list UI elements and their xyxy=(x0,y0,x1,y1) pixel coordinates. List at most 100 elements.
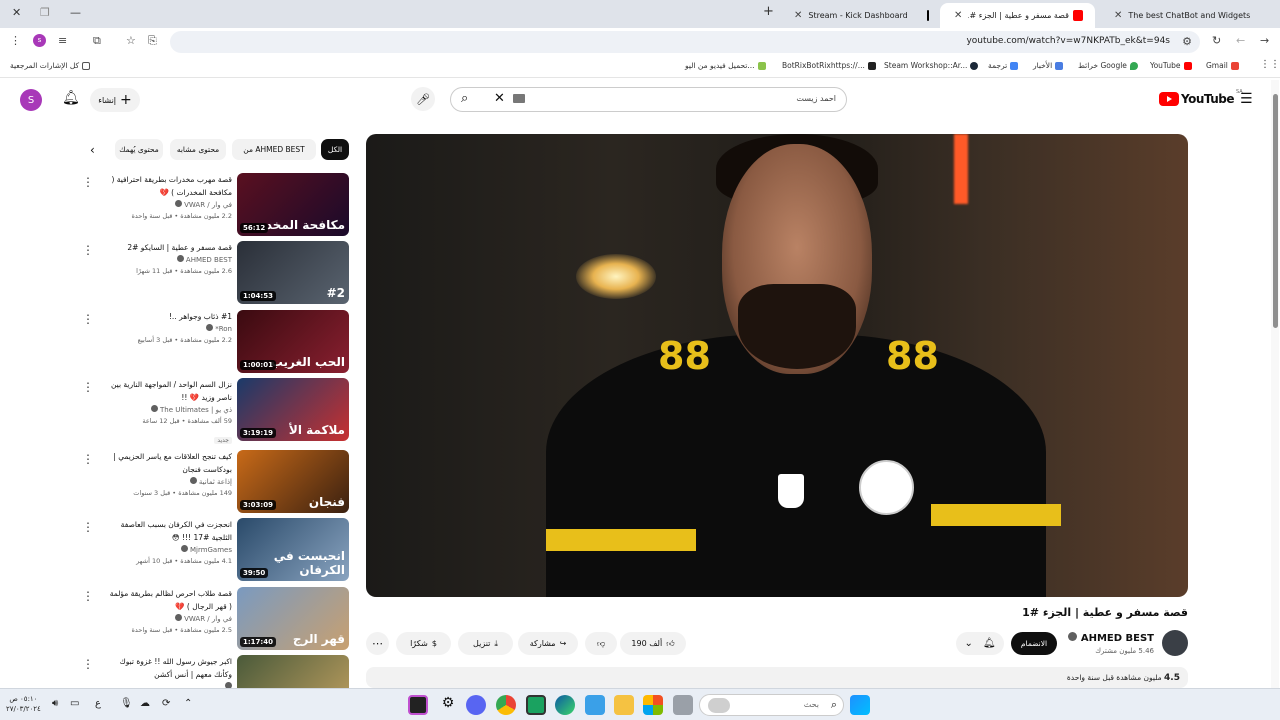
account-avatar[interactable]: S xyxy=(20,89,42,111)
sync-icon[interactable]: ⟳ xyxy=(162,698,170,709)
volume-icon[interactable]: 🔊︎ xyxy=(52,698,58,709)
more-options-icon[interactable]: ⋮ xyxy=(82,175,94,189)
channel-name[interactable]: AHMED BEST xyxy=(1065,632,1154,644)
edge-icon[interactable] xyxy=(555,695,575,715)
bookmark-news[interactable]: الأخبار xyxy=(1033,61,1064,70)
epic-games-icon[interactable] xyxy=(408,695,428,715)
channel-avatar[interactable] xyxy=(1162,630,1188,656)
recommendation-thumbnail[interactable]: فنجان 3:03:09 xyxy=(237,450,349,513)
recommendation-thumbnail[interactable]: الحب الغريب 1:00:01 xyxy=(237,310,349,373)
discord-icon[interactable] xyxy=(466,695,486,715)
bookmark-maps[interactable]: خرائط Google xyxy=(1078,61,1138,70)
search-input[interactable]: ⌕ ✕ احمد زيست xyxy=(450,87,847,112)
reload-icon[interactable]: ↻ xyxy=(1212,34,1221,47)
recommendation-item[interactable]: ⋮ انحجزت في الكرفان بسبب العاصفة الثلجية … xyxy=(78,518,350,581)
recommendation-item[interactable]: ⋮ اكبر جيوش رسول الله !! غزوة تبوك وكأنك … xyxy=(78,655,350,718)
recommendation-channel[interactable]: إذاعة ثمانية xyxy=(108,476,232,488)
dislike-button[interactable]: 👎︎ xyxy=(585,632,617,655)
omnibox[interactable]: youtube.com/watch?v=w7NKPATb_ek&t=94s ⚙ xyxy=(170,31,1200,53)
youtube-logo[interactable]: YouTube SA xyxy=(1159,89,1243,106)
more-options-icon[interactable]: ⋮ xyxy=(82,243,94,257)
tab-youtube-video[interactable]: ✕ قصة مسفر و عطية | الجزء #1 - xyxy=(940,3,1095,28)
recommendation-thumbnail[interactable]: #2 1:04:53 xyxy=(237,241,349,304)
create-button[interactable]: إنشاء + xyxy=(90,88,140,112)
search-icon[interactable]: ⌕ xyxy=(461,91,468,106)
chip-from-channel[interactable]: من AHMED BEST xyxy=(232,139,316,160)
scrollbar-thumb[interactable] xyxy=(1273,94,1278,328)
recommendation-item[interactable]: ⋮ قصة مهرب مخدرات بطريقة احترافية ( مكافح… xyxy=(78,173,350,236)
microphone-icon[interactable]: 🎙︎ xyxy=(120,698,133,709)
recommendation-title[interactable]: كيف تنجح العلاقات مع ياسر الحزيمي | بودك… xyxy=(108,450,232,476)
close-tab-icon[interactable]: ✕ xyxy=(954,10,962,21)
minimize-window-icon[interactable]: — xyxy=(70,6,81,19)
bookmark-star-icon[interactable]: ☆ xyxy=(126,34,136,47)
recommendation-channel[interactable]: في وار / VWAR xyxy=(108,199,232,211)
tradingview-app-icon[interactable] xyxy=(526,695,546,715)
recommendation-thumbnail[interactable]: قهر الرج 1:17:40 xyxy=(237,587,349,650)
taskbar-search-input[interactable]: بحث ⌕ xyxy=(699,694,844,716)
bookmark-youtube[interactable]: YouTube xyxy=(1150,61,1192,70)
recommendation-title[interactable]: #1 ذئاب وجواهر ..! xyxy=(108,310,232,323)
more-options-icon[interactable]: ⋮ xyxy=(82,589,94,603)
store-icon[interactable] xyxy=(643,695,663,715)
chip-all[interactable]: الكل xyxy=(321,139,349,160)
recommendation-title[interactable]: قصة مسفر و عطية | السايكو #2 xyxy=(108,241,232,254)
forward-icon[interactable]: ← xyxy=(1236,34,1245,47)
tab-kick-dashboard[interactable]: ✕ Stream - Kick Dashboard xyxy=(780,3,910,28)
recommendation-title[interactable]: قصة طلاب احرص لظالم بطريقة مؤلمة ( قهر ا… xyxy=(108,587,232,613)
recommendation-item[interactable]: ⋮ قصة مسفر و عطية | السايكو #2 AHMED BEST … xyxy=(78,241,350,304)
profile-avatar[interactable]: s xyxy=(33,34,46,47)
media-control-icon[interactable]: ≡ xyxy=(58,34,67,47)
thanks-button[interactable]: شكرًا $ xyxy=(396,632,451,655)
windows-start-icon[interactable] xyxy=(850,695,870,715)
tab-kick-pinned[interactable] xyxy=(915,3,939,28)
clear-search-icon[interactable]: ✕ xyxy=(494,91,505,106)
display-icon[interactable]: ▭ xyxy=(70,698,79,709)
recommendation-channel[interactable]: في وار / VWAR xyxy=(108,613,232,625)
recommendation-title[interactable]: قصة مهرب مخدرات بطريقة احترافية ( مكافحة… xyxy=(108,173,232,199)
chrome-icon[interactable] xyxy=(496,695,516,715)
like-thumb-icon[interactable]: 👍︎ xyxy=(666,639,674,649)
facebook-app-icon[interactable] xyxy=(585,695,605,715)
more-options-icon[interactable]: ⋮ xyxy=(82,452,94,466)
close-tab-icon[interactable]: ✕ xyxy=(794,10,802,21)
recommendation-title[interactable]: نزال السم الواحد / المواجهة النارية بين … xyxy=(108,378,232,404)
extensions-icon[interactable]: ⧉ xyxy=(93,34,101,48)
keyboard-icon[interactable] xyxy=(513,94,525,103)
recommendation-thumbnail[interactable]: مكافحة المخد 56:12 xyxy=(237,173,349,236)
onedrive-cloud-icon[interactable]: ☁ xyxy=(140,698,150,709)
page-scrollbar[interactable] xyxy=(1271,80,1279,688)
subscribed-bell-button[interactable]: ⌄ 🔔︎ xyxy=(956,632,1004,655)
more-options-icon[interactable]: ⋮ xyxy=(82,657,94,671)
recommendation-item[interactable]: ⋮ #1 ذئاب وجواهر ..! Ron* 2.2 مليون مشاهدة… xyxy=(78,310,350,373)
site-settings-icon[interactable]: ⚙ xyxy=(1182,35,1192,48)
apps-grid-icon[interactable]: ⋮⋮ xyxy=(1260,59,1280,70)
more-options-icon[interactable]: ⋮ xyxy=(82,520,94,534)
close-tab-icon[interactable]: ✕ xyxy=(1114,10,1122,21)
bookmark-botrix[interactable]: BotRixBotRixhttps://... xyxy=(782,61,876,70)
tab-chatbot[interactable]: ✕ The best ChatBot and Widgets xyxy=(1100,3,1270,28)
bookmark-steam[interactable]: Steam Workshop::Ar... xyxy=(884,61,979,70)
chevron-left-icon[interactable]: ‹ xyxy=(90,143,95,157)
recommendation-channel[interactable]: AHMED BEST xyxy=(108,254,232,266)
settings-gear-icon[interactable]: ⚙ xyxy=(438,695,458,715)
language-indicator[interactable]: ع xyxy=(95,698,101,709)
recommendation-title[interactable]: انحجزت في الكرفان بسبب العاصفة الثلجية #… xyxy=(108,518,232,544)
bookmark-gmail[interactable]: Gmail xyxy=(1206,61,1239,70)
back-icon[interactable]: → xyxy=(1260,34,1269,47)
recommendation-title[interactable]: اكبر جيوش رسول الله !! غزوة تبوك وكأنك م… xyxy=(108,655,232,681)
all-bookmarks-folder[interactable]: كل الإشارات المرجعية xyxy=(10,61,91,70)
download-button[interactable]: تنزيل ⤓ xyxy=(458,632,513,655)
close-window-icon[interactable]: ✕ xyxy=(12,6,21,19)
install-app-icon[interactable]: ⎘ xyxy=(148,34,157,48)
more-options-icon[interactable]: ⋮ xyxy=(82,312,94,326)
menu-dots-icon[interactable]: ⋮ xyxy=(10,34,21,47)
recommendation-thumbnail[interactable]: ملاكمة الأ 3:19:19 xyxy=(237,378,349,441)
recommendation-thumbnail[interactable]: انحبست في الكرفان 39:50 xyxy=(237,518,349,581)
join-button[interactable]: الانضمام xyxy=(1011,632,1057,655)
chevron-up-icon[interactable]: ⌃ xyxy=(184,698,192,709)
recommendation-item[interactable]: ⋮ كيف تنجح العلاقات مع ياسر الحزيمي | بود… xyxy=(78,450,350,513)
description-box[interactable]: 4.5 مليون مشاهدة قبل سنة واحدة xyxy=(366,667,1188,688)
new-tab-button[interactable]: + xyxy=(763,4,774,19)
more-actions-button[interactable]: ⋯ xyxy=(366,632,389,655)
